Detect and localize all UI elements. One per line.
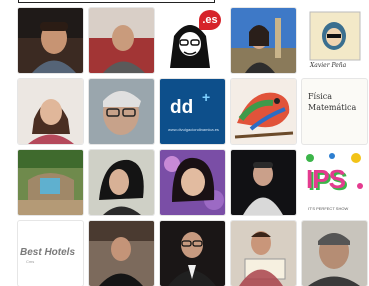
avatar-tile[interactable] — [18, 150, 83, 215]
avatar-photo — [18, 79, 83, 144]
avatar-tile[interactable] — [160, 221, 225, 286]
avatar-tile[interactable] — [89, 8, 154, 73]
chameleon-image — [231, 79, 296, 144]
dd-url-text: www.divulgaciondinamica.es — [168, 127, 219, 132]
avatar-photo — [231, 150, 296, 215]
avatar-tile[interactable] — [18, 8, 83, 73]
avatar-tile-ips-logo[interactable]: IPS IT'S PERFECT SHOW — [302, 150, 367, 215]
signature-text: Xavier Peña — [310, 62, 347, 69]
avatar-photo — [89, 79, 154, 144]
avatar-tile[interactable] — [89, 221, 154, 286]
es-badge: .es — [199, 10, 221, 30]
avatar-tile[interactable] — [89, 150, 154, 215]
avatar-photo — [18, 8, 83, 73]
avatar-tile[interactable] — [18, 79, 83, 144]
avatar-photo — [231, 221, 296, 286]
best-hotels-sub: Cms — [26, 259, 35, 264]
ips-tagline: IT'S PERFECT SHOW — [308, 206, 349, 211]
avatar-tile-dd-logo[interactable]: dd + www.divulgaciondinamica.es — [160, 79, 225, 144]
fisica-matematica-text: Física Matemática — [308, 92, 357, 112]
avatar-tile[interactable] — [231, 8, 296, 73]
avatar-photo — [89, 8, 154, 73]
follower-avatar-grid: .es Xavier Peña dd + www.divulgaciondina… — [18, 8, 367, 286]
dd-plus-icon: + — [202, 89, 211, 105]
best-hotels-text: Best Hotels — [20, 247, 76, 258]
avatar-tile-logo-es[interactable]: .es — [160, 8, 225, 73]
dd-logo-text: dd — [170, 97, 194, 118]
ips-logo-text: IPS — [306, 164, 346, 194]
avatar-tile[interactable] — [231, 79, 296, 144]
avatar-tile-fisica[interactable]: Física Matemática — [302, 79, 367, 144]
avatar-tile-signature[interactable]: Xavier Peña — [302, 8, 367, 73]
avatar-photo — [89, 221, 154, 286]
avatar-photo — [89, 150, 154, 215]
garden-photo — [18, 150, 83, 215]
avatar-photo — [302, 221, 367, 286]
avatar-tile-best-hotels[interactable]: Best Hotels Cms — [18, 221, 83, 286]
top-border-bar — [18, 0, 215, 3]
avatar-tile[interactable] — [231, 221, 296, 286]
avatar-photo — [231, 8, 296, 73]
avatar-tile[interactable] — [89, 79, 154, 144]
avatar-tile[interactable] — [302, 221, 367, 286]
avatar-tile[interactable] — [231, 150, 296, 215]
avatar-photo — [160, 150, 225, 215]
avatar-tile[interactable] — [160, 150, 225, 215]
avatar-photo — [160, 221, 225, 286]
